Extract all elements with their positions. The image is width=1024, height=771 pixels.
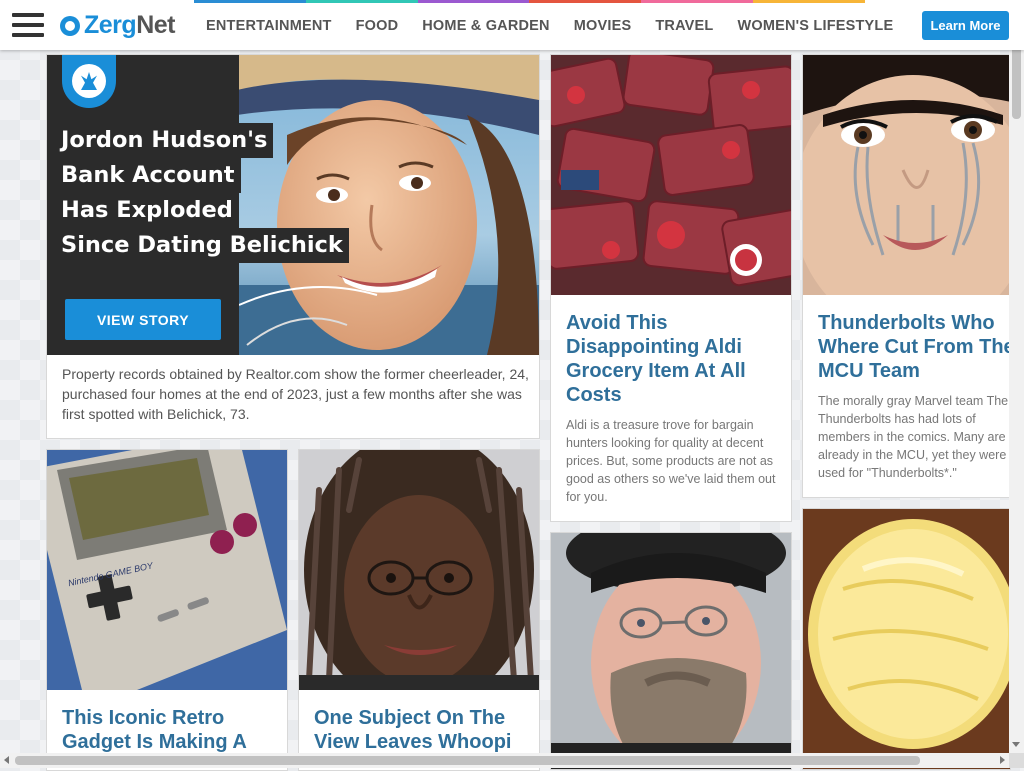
man-with-beret-photo-icon <box>551 533 791 769</box>
view-story-button[interactable]: VIEW STORY <box>65 299 221 340</box>
nav-travel[interactable]: TRAVEL <box>643 0 725 50</box>
woman-with-dreadlocks-photo-icon <box>299 450 539 690</box>
featured-headline-line: Since Dating Belichick <box>55 228 349 263</box>
game-boy-photo-icon: Nintendo GAME BOY <box>47 450 287 690</box>
article-title[interactable]: Thunderbolts Who Where Cut From The MCU … <box>818 311 1010 383</box>
featured-card[interactable]: Jordon Hudson's Bank Account Has Explode… <box>46 54 540 439</box>
zergnet-logo-icon <box>60 15 80 36</box>
scroll-left-arrow-icon[interactable] <box>4 756 9 764</box>
vertical-scrollbar[interactable] <box>1009 0 1024 753</box>
logo-text-secondary: Net <box>136 11 175 39</box>
article-image[interactable] <box>803 509 1010 769</box>
article-title[interactable]: One Subject On The View Leaves Whoopi <box>314 706 531 754</box>
menu-hamburger-icon[interactable] <box>12 13 44 37</box>
article-card-gameboy[interactable]: Nintendo GAME BOY This Iconic Retro Gadg… <box>46 449 288 771</box>
article-image[interactable] <box>551 533 791 769</box>
article-image[interactable] <box>299 450 539 690</box>
learn-more-button[interactable]: Learn More <box>922 11 1009 40</box>
article-card-thunderbolts[interactable]: Thunderbolts Who Where Cut From The MCU … <box>802 54 1011 498</box>
nav-food[interactable]: FOOD <box>344 0 411 50</box>
nav-womens-lifestyle[interactable]: WOMEN'S LIFESTYLE <box>725 0 905 50</box>
woman-with-metal-tears-photo-icon <box>803 55 1010 295</box>
scroll-down-arrow-icon[interactable] <box>1012 742 1020 747</box>
horizontal-scroll-thumb[interactable] <box>15 756 920 765</box>
article-card-aldi[interactable]: Avoid This Disappointing Aldi Grocery It… <box>550 54 792 522</box>
article-description: Aldi is a treasure trove for bargain hun… <box>566 418 776 504</box>
article-image[interactable]: Nintendo GAME BOY <box>47 450 287 690</box>
zergnet-badge-icon <box>62 55 116 108</box>
nav-movies[interactable]: MOVIES <box>562 0 644 50</box>
featured-image[interactable]: Jordon Hudson's Bank Account Has Explode… <box>47 55 539 355</box>
scroll-right-arrow-icon[interactable] <box>1000 756 1005 764</box>
site-logo[interactable]: ZergNet <box>60 11 175 40</box>
featured-headline-line: Has Exploded <box>55 193 239 228</box>
article-image[interactable] <box>803 55 1010 295</box>
horizontal-scrollbar[interactable] <box>0 753 1024 768</box>
category-nav: ENTERTAINMENT FOOD HOME & GARDEN MOVIES … <box>194 0 905 50</box>
article-card-mythbuster[interactable] <box>550 532 792 770</box>
nav-entertainment[interactable]: ENTERTAINMENT <box>194 0 344 50</box>
scrollbar-corner <box>1009 753 1024 768</box>
article-title[interactable]: Avoid This Disappointing Aldi Grocery It… <box>566 311 783 407</box>
article-card-whoopi[interactable]: One Subject On The View Leaves Whoopi <box>298 449 540 771</box>
article-title[interactable]: This Iconic Retro Gadget Is Making A <box>62 706 279 754</box>
packaged-meat-photo-icon <box>551 55 791 295</box>
article-card-butter[interactable] <box>802 508 1011 770</box>
article-image[interactable] <box>551 55 791 295</box>
featured-headline-line: Jordon Hudson's <box>55 123 274 158</box>
butter-photo-icon <box>803 509 1010 769</box>
featured-description: Property records obtained by Realtor.com… <box>62 366 529 422</box>
site-header: ZergNet ENTERTAINMENT FOOD HOME & GARDEN… <box>0 0 1024 50</box>
article-description: The morally gray Marvel team The Thunder… <box>818 394 1009 480</box>
nav-home-garden[interactable]: HOME & GARDEN <box>410 0 561 50</box>
featured-headline-line: Bank Account <box>55 158 241 193</box>
featured-headline[interactable]: Jordon Hudson's Bank Account Has Explode… <box>55 123 355 263</box>
logo-text-primary: Zerg <box>84 11 137 39</box>
